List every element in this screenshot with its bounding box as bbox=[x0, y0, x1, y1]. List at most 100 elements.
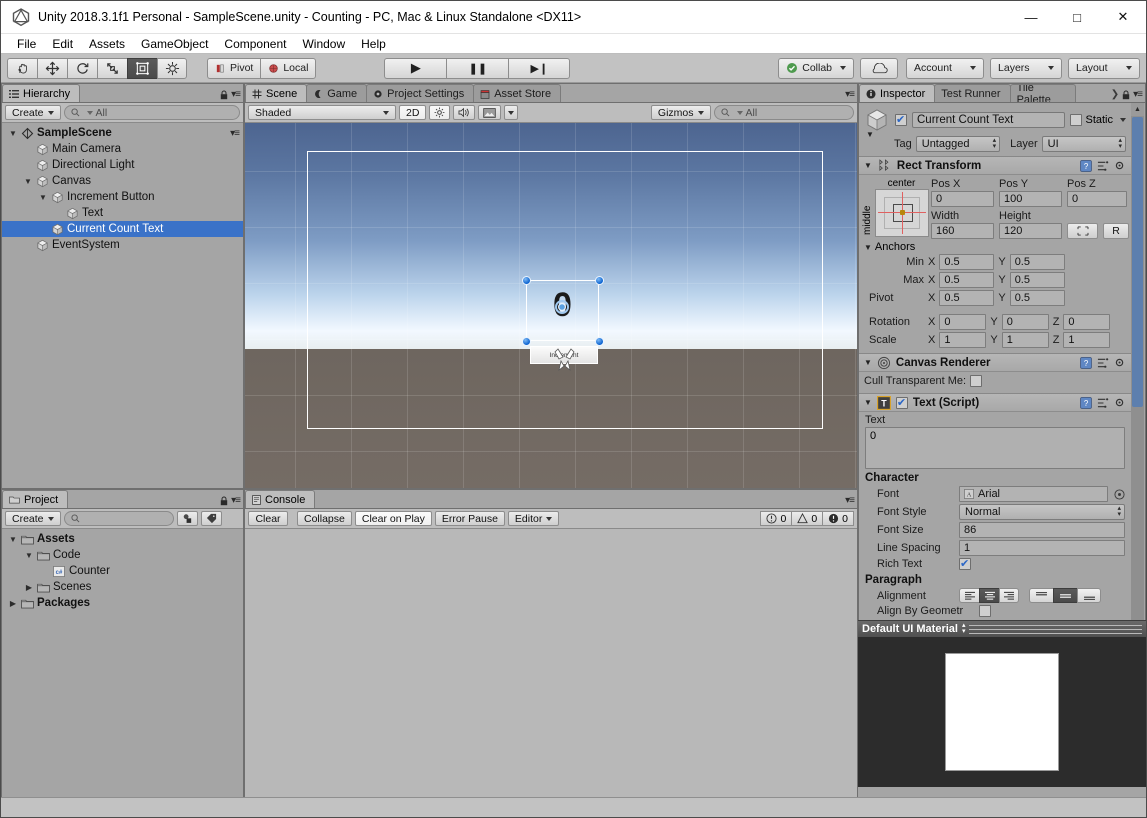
console-clear-button[interactable]: Clear bbox=[248, 511, 288, 526]
rotate-tool-button[interactable] bbox=[67, 58, 97, 79]
layout-button[interactable]: Layout bbox=[1068, 58, 1140, 79]
hierarchy-search-input[interactable]: All bbox=[64, 105, 240, 120]
rect-transform-header[interactable]: ▼ Rect Transform ? bbox=[859, 156, 1131, 175]
resize-handle-bottom-right[interactable] bbox=[595, 337, 604, 346]
cull-transparent-checkbox[interactable] bbox=[970, 375, 982, 387]
line-spacing-input[interactable]: 1 bbox=[959, 540, 1125, 556]
chevron-down-icon[interactable]: ▼ bbox=[38, 193, 48, 202]
console-info-count[interactable]: 0 bbox=[760, 511, 791, 526]
chevron-down-icon[interactable]: ▼ bbox=[24, 551, 34, 560]
hierarchy-item-text[interactable]: Text bbox=[2, 205, 243, 221]
rotation-y-input[interactable]: 0 bbox=[1002, 314, 1049, 330]
scene-menu-icon[interactable]: ▾≡ bbox=[845, 89, 854, 100]
menu-component[interactable]: Component bbox=[216, 35, 294, 53]
stepper-icon[interactable]: ▴▾ bbox=[962, 623, 966, 635]
audio-toggle-button[interactable] bbox=[453, 105, 475, 120]
collab-button[interactable]: Collab bbox=[778, 58, 854, 79]
lock-icon[interactable] bbox=[220, 90, 228, 100]
chevron-down-icon[interactable]: ▶ bbox=[8, 599, 18, 608]
project-item-assets[interactable]: ▼Assets bbox=[2, 531, 243, 547]
tab-project-settings[interactable]: Project Settings bbox=[366, 84, 474, 102]
menu-gameobject[interactable]: GameObject bbox=[133, 35, 216, 53]
menu-file[interactable]: File bbox=[9, 35, 44, 53]
toggle-2d-button[interactable]: 2D bbox=[399, 105, 426, 120]
scene-search-input[interactable]: All bbox=[714, 105, 854, 120]
hierarchy-item-canvas[interactable]: ▼Canvas bbox=[2, 173, 243, 189]
hierarchy-item-main-camera[interactable]: Main Camera bbox=[2, 141, 243, 157]
chevron-down-icon[interactable]: ▼ bbox=[864, 161, 872, 170]
inspector-scroll-thumb[interactable] bbox=[1132, 117, 1143, 407]
tag-dropdown[interactable]: Untagged ▴▾ bbox=[916, 136, 1000, 152]
lock-icon[interactable] bbox=[1122, 90, 1130, 100]
project-menu-icon[interactable]: ▾≡ bbox=[231, 495, 240, 506]
hierarchy-item-directional-light[interactable]: Directional Light bbox=[2, 157, 243, 173]
gear-icon[interactable] bbox=[1114, 160, 1126, 172]
scroll-up-icon[interactable]: ▲ bbox=[1131, 103, 1144, 116]
pos-y-input[interactable]: 100 bbox=[999, 191, 1062, 207]
pause-button[interactable]: ❚❚ bbox=[446, 58, 508, 79]
layers-button[interactable]: Layers bbox=[990, 58, 1062, 79]
project-item-packages[interactable]: ▶Packages bbox=[2, 595, 243, 611]
console-collapse-button[interactable]: Collapse bbox=[297, 511, 352, 526]
gameobject-enabled-checkbox[interactable] bbox=[895, 114, 907, 126]
align-bottom-button[interactable] bbox=[1077, 588, 1101, 603]
static-checkbox[interactable] bbox=[1070, 114, 1082, 126]
align-center-button[interactable] bbox=[979, 588, 999, 603]
chevron-down-icon[interactable]: ▼ bbox=[864, 398, 872, 407]
lighting-toggle-button[interactable] bbox=[429, 105, 450, 120]
scale-tool-button[interactable] bbox=[97, 58, 127, 79]
console-editor-dropdown[interactable]: Editor bbox=[508, 511, 559, 526]
material-preview-bar[interactable]: Default UI Material ▴▾ bbox=[858, 620, 1146, 637]
align-left-button[interactable] bbox=[959, 588, 979, 603]
rect-tool-button[interactable] bbox=[127, 58, 157, 79]
blueprint-mode-button[interactable] bbox=[1067, 223, 1098, 239]
scale-z-input[interactable]: 1 bbox=[1063, 332, 1110, 348]
scale-x-input[interactable]: 1 bbox=[939, 332, 986, 348]
hierarchy-create-button[interactable]: Create bbox=[5, 105, 61, 120]
chevron-down-icon[interactable]: ▼ bbox=[23, 177, 33, 186]
console-menu-icon[interactable]: ▾≡ bbox=[845, 495, 854, 506]
preset-icon[interactable] bbox=[1097, 357, 1109, 369]
scale-y-input[interactable]: 1 bbox=[1002, 332, 1049, 348]
chevron-down-icon[interactable]: ▼ bbox=[864, 243, 872, 252]
fx-dropdown-button[interactable] bbox=[504, 105, 518, 120]
chevron-down-icon[interactable]: ▼ bbox=[866, 130, 874, 139]
tab-scene[interactable]: Scene bbox=[245, 84, 307, 102]
project-filter-label-button[interactable] bbox=[201, 511, 222, 526]
gear-icon[interactable] bbox=[1114, 397, 1126, 409]
align-top-button[interactable] bbox=[1029, 588, 1053, 603]
gear-icon[interactable] bbox=[1114, 357, 1126, 369]
tab-tile-palette[interactable]: Tile Palette bbox=[1010, 84, 1076, 102]
play-button[interactable]: ▶ bbox=[384, 58, 446, 79]
tab-inspector[interactable]: Inspector bbox=[859, 84, 935, 102]
anchor-max-y-input[interactable]: 0.5 bbox=[1010, 272, 1065, 288]
resize-handle-top-left[interactable] bbox=[522, 276, 531, 285]
move-tool-button[interactable] bbox=[37, 58, 67, 79]
console-log-area[interactable] bbox=[245, 529, 857, 798]
gameobject-name-input[interactable]: Current Count Text bbox=[912, 112, 1065, 128]
chevron-down-icon[interactable]: ▼ bbox=[8, 129, 18, 138]
raw-edit-button[interactable]: R bbox=[1103, 223, 1129, 239]
minimize-button[interactable]: — bbox=[1008, 1, 1054, 34]
anchor-min-x-input[interactable]: 0.5 bbox=[939, 254, 994, 270]
project-filter-type-button[interactable] bbox=[177, 511, 198, 526]
anchor-min-y-input[interactable]: 0.5 bbox=[1010, 254, 1065, 270]
material-preview-area[interactable] bbox=[858, 637, 1146, 787]
tab-hierarchy[interactable]: Hierarchy bbox=[2, 84, 80, 102]
font-style-dropdown[interactable]: Normal ▴▾ bbox=[959, 504, 1125, 520]
console-clear-on-play-button[interactable]: Clear on Play bbox=[355, 511, 432, 526]
pivot-toggle-button[interactable]: Pivot bbox=[207, 58, 260, 79]
resize-handle-bottom-left[interactable] bbox=[522, 337, 531, 346]
hierarchy-item-eventsystem[interactable]: EventSystem bbox=[2, 237, 243, 253]
chevron-down-icon[interactable]: ▶ bbox=[24, 583, 34, 592]
help-icon[interactable]: ? bbox=[1080, 397, 1092, 409]
console-error-pause-button[interactable]: Error Pause bbox=[435, 511, 505, 526]
text-value-textarea[interactable]: 0 bbox=[865, 427, 1125, 469]
pos-z-input[interactable]: 0 bbox=[1067, 191, 1127, 207]
rotation-x-input[interactable]: 0 bbox=[939, 314, 986, 330]
local-toggle-button[interactable]: Local bbox=[260, 58, 316, 79]
pos-x-input[interactable]: 0 bbox=[931, 191, 994, 207]
font-size-input[interactable]: 86 bbox=[959, 522, 1125, 538]
shading-mode-dropdown[interactable]: Shaded bbox=[248, 105, 396, 120]
lock-icon[interactable] bbox=[220, 496, 228, 506]
